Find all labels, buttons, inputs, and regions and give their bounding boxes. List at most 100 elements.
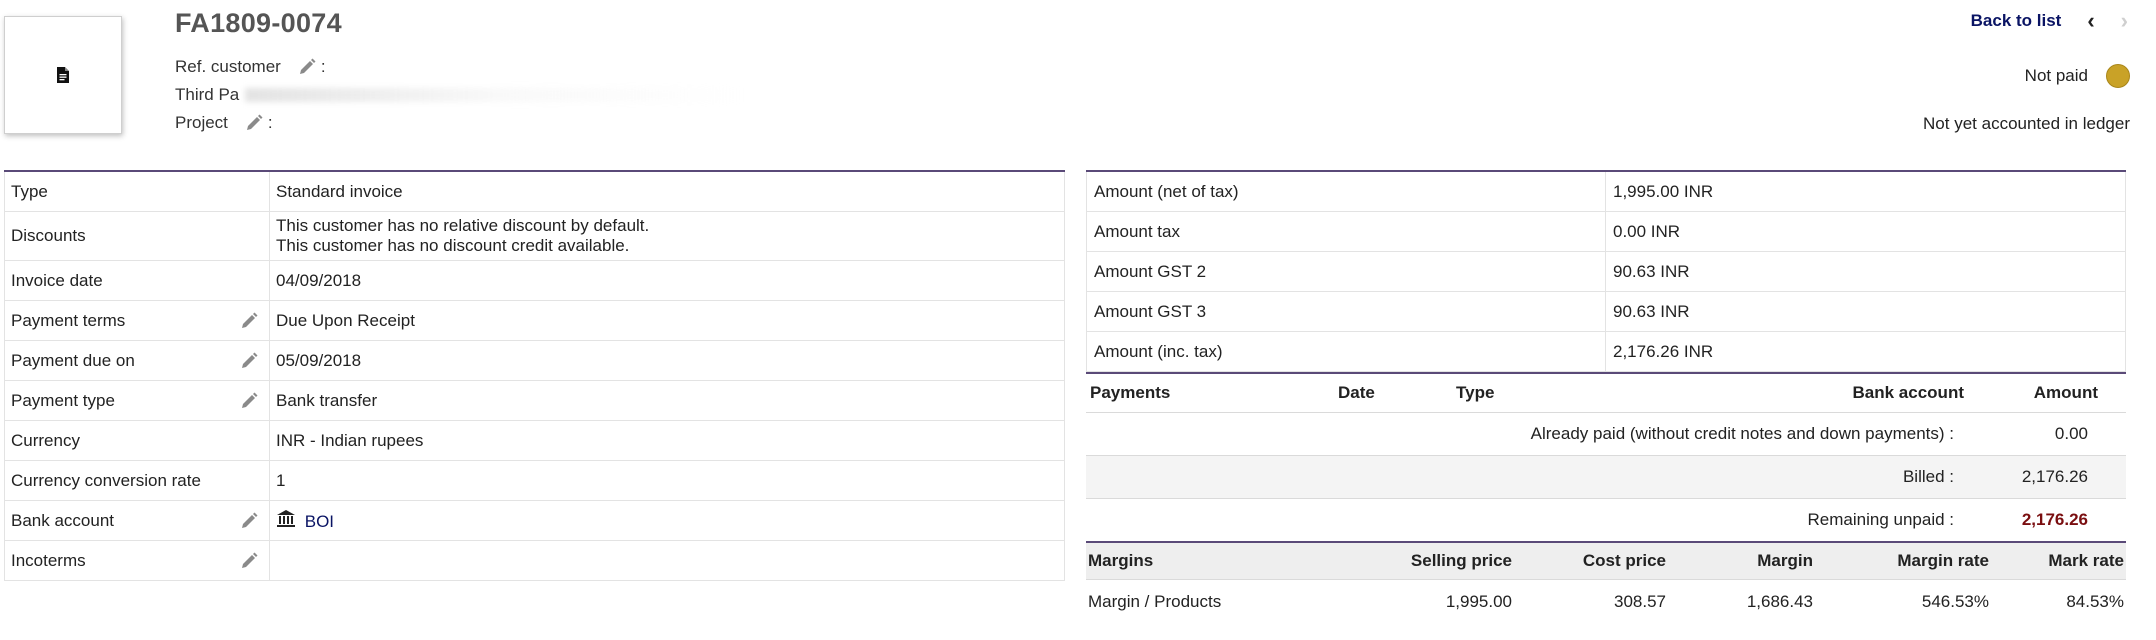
currency-label: Currency (4, 420, 270, 461)
record-navigation: Back to list ‹ › (1971, 10, 2128, 32)
info-row-bank-account: Bank account BOI (4, 500, 1065, 541)
invoice-ref: FA1809-0074 (175, 8, 342, 38)
amount-inc-tax-value: 2,176.26 INR (1605, 331, 2126, 372)
document-icon (57, 67, 69, 83)
invoice-date-label: Invoice date (4, 260, 270, 301)
payment-type-label: Payment type (11, 390, 115, 410)
mark-rate-header: Mark rate (1991, 541, 2126, 580)
amount-gst3-label: Amount GST 3 (1086, 291, 1606, 332)
payments-bank-header: Bank account (1620, 372, 1968, 413)
edit-payment-terms-pencil-icon[interactable] (239, 311, 259, 331)
payment-due-value: 05/09/2018 (269, 340, 1065, 381)
payment-type-label-cell: Payment type (4, 380, 270, 421)
amount-gst2-label: Amount GST 2 (1086, 251, 1606, 292)
remaining-unpaid-row: Remaining unpaid : 2,176.26 (1086, 499, 2126, 542)
edit-bank-account-pencil-icon[interactable] (239, 511, 259, 531)
incoterms-label: Incoterms (11, 550, 86, 570)
incoterms-value (269, 540, 1065, 581)
amount-gst2-value: 90.63 INR (1605, 251, 2126, 292)
conversion-rate-value: 1 (269, 460, 1065, 501)
discounts-line-relative: This customer has no relative discount b… (276, 216, 650, 235)
amount-row-net: Amount (net of tax) 1,995.00 INR (1086, 170, 2126, 212)
info-row-type: Type Standard invoice (4, 170, 1065, 212)
project-colon: : (267, 113, 273, 132)
margins-table: Margins Selling price Cost price Margin … (1086, 541, 2126, 624)
margin-value: 1,686.43 (1746, 592, 1813, 611)
bank-account-label-cell: Bank account (4, 500, 270, 541)
billed-row: Billed : 2,176.26 (1086, 455, 2126, 499)
ref-customer-label: Ref. customer (175, 57, 281, 76)
status-dot-icon (2106, 64, 2130, 88)
discounts-value: This customer has no relative discount b… (269, 211, 1065, 261)
invoice-date-value: 04/09/2018 (269, 260, 1065, 301)
payments-type-header: Type (1452, 372, 1620, 413)
amount-row-gst2: Amount GST 2 90.63 INR (1086, 251, 2126, 292)
already-paid-value: 0.00 (1968, 412, 2126, 456)
edit-incoterms-pencil-icon[interactable] (239, 551, 259, 571)
amount-net-label: Amount (net of tax) (1086, 170, 1606, 212)
amount-inc-tax-label: Amount (inc. tax) (1086, 331, 1606, 372)
ref-customer-colon: : (320, 57, 326, 76)
discounts-label: Discounts (4, 211, 270, 261)
already-paid-row: Already paid (without credit notes and d… (1086, 412, 2126, 456)
margin-header: Margin (1668, 541, 1815, 580)
remaining-unpaid-label: Remaining unpaid : (1807, 510, 1954, 529)
amounts-panel: Amount (net of tax) 1,995.00 INR Amount … (1086, 170, 2126, 624)
margin-selling-price: 1,995.00 (1445, 592, 1512, 611)
project-label: Project (175, 113, 228, 132)
info-row-payment-due: Payment due on 05/09/2018 (4, 340, 1065, 381)
payment-status-label: Not paid (2024, 66, 2088, 85)
bank-account-value-cell: BOI (269, 500, 1065, 541)
margin-rate-header: Margin rate (1815, 541, 1991, 580)
payment-type-value: Bank transfer (269, 380, 1065, 421)
info-row-conversion-rate: Currency conversion rate 1 (4, 460, 1065, 501)
amount-tax-value: 0.00 INR (1605, 211, 2126, 252)
bank-account-label: Bank account (11, 510, 115, 530)
margin-cost-price: 308.57 (1614, 592, 1666, 611)
bank-account-link[interactable]: BOI (305, 512, 334, 531)
invoice-info-table: Type Standard invoice Discounts This cus… (4, 170, 1065, 581)
discounts-line-credit: This customer has no discount credit ava… (276, 236, 630, 255)
document-thumbnail[interactable] (4, 16, 122, 134)
edit-project-pencil-icon[interactable] (244, 113, 264, 133)
billed-value: 2,176.26 (1968, 455, 2126, 499)
type-label: Type (4, 170, 270, 212)
third-party-label: Third Pa (175, 85, 240, 104)
mark-rate-value: 84.53% (2066, 592, 2124, 611)
info-row-incoterms: Incoterms (4, 540, 1065, 581)
payment-terms-value: Due Upon Receipt (269, 300, 1065, 341)
amount-gst3-value: 90.63 INR (1605, 291, 2126, 332)
payment-due-label-cell: Payment due on (4, 340, 270, 381)
info-row-payment-type: Payment type Bank transfer (4, 380, 1065, 421)
edit-ref-customer-pencil-icon[interactable] (297, 57, 317, 77)
ledger-status: Not yet accounted in ledger (1923, 114, 2130, 133)
back-to-list-link[interactable]: Back to list (1971, 11, 2062, 31)
type-value: Standard invoice (269, 170, 1065, 212)
amount-row-inc-tax: Amount (inc. tax) 2,176.26 INR (1086, 331, 2126, 372)
payment-status: Not paid (2025, 64, 2130, 88)
bank-icon (277, 510, 295, 527)
payments-header: Payments (1086, 372, 1334, 413)
amount-row-gst3: Amount GST 3 90.63 INR (1086, 291, 2126, 332)
margin-rate-value: 546.53% (1921, 592, 1989, 611)
amount-net-value: 1,995.00 INR (1605, 170, 2126, 212)
billed-label: Billed : (1086, 455, 1968, 499)
conversion-rate-label: Currency conversion rate (4, 460, 270, 501)
info-row-discounts: Discounts This customer has no relative … (4, 211, 1065, 261)
edit-payment-due-pencil-icon[interactable] (239, 351, 259, 371)
ref-customer-row: Ref. customer : (175, 53, 745, 81)
invoice-reference-block: FA1809-0074 Ref. customer : Third Pa Pro… (175, 8, 746, 137)
payment-terms-label: Payment terms (11, 310, 126, 330)
next-record-chevron-icon: › (2120, 8, 2128, 33)
margins-header: Margins (1086, 541, 1290, 580)
edit-payment-type-pencil-icon[interactable] (239, 391, 259, 411)
amounts-table: Amount (net of tax) 1,995.00 INR Amount … (1086, 170, 2126, 372)
remaining-unpaid-value: 2,176.26 (2021, 510, 2088, 529)
third-party-row: Third Pa (175, 81, 746, 109)
info-row-currency: Currency INR - Indian rupees (4, 420, 1065, 461)
margin-products-label: Margin / Products (1088, 592, 1222, 611)
cost-price-header: Cost price (1514, 541, 1668, 580)
amount-tax-label: Amount tax (1086, 211, 1606, 252)
margins-header-row: Margins Selling price Cost price Margin … (1086, 541, 2126, 580)
previous-record-chevron-icon[interactable]: ‹ (2087, 10, 2094, 32)
